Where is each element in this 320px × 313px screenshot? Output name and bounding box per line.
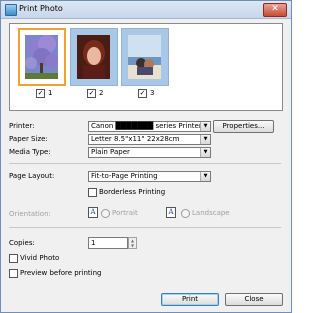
printer-value: Canon ███████ series Printer bbox=[91, 122, 202, 130]
chevron-down-icon: ▼ bbox=[200, 135, 210, 144]
preview-before-printing-label: Preview before printing bbox=[20, 269, 102, 277]
orientation-label: Orientation: bbox=[9, 210, 51, 218]
paper-size-select[interactable]: Letter 8.5"x11" 22x28cm ▼ bbox=[88, 134, 211, 145]
copies-spinner[interactable]: ▲ ▼ bbox=[128, 237, 137, 249]
thumbnail-1-number: 1 bbox=[48, 89, 53, 97]
photo-image-3 bbox=[128, 35, 161, 79]
chevron-down-icon: ▼ bbox=[200, 122, 210, 131]
thumbnail-1-checkbox[interactable]: ✓ bbox=[36, 89, 45, 98]
paper-size-value: Letter 8.5"x11" 22x28cm bbox=[91, 135, 180, 143]
separator bbox=[9, 163, 281, 164]
title-bar: Print Photo ✕ bbox=[1, 1, 291, 19]
portrait-label: Portrait bbox=[112, 209, 138, 217]
vivid-photo-checkbox[interactable] bbox=[9, 254, 18, 263]
landscape-radio[interactable] bbox=[181, 209, 190, 218]
thumbnail-3-checkbox[interactable]: ✓ bbox=[138, 89, 147, 98]
media-type-value: Plain Paper bbox=[91, 148, 130, 156]
paper-size-label: Paper Size: bbox=[9, 135, 48, 143]
thumbnail-2-checkbox[interactable]: ✓ bbox=[87, 89, 96, 98]
photo-thumbnail-2[interactable] bbox=[70, 28, 118, 86]
copies-input[interactable]: 1 bbox=[88, 237, 128, 249]
media-type-select[interactable]: Plain Paper ▼ bbox=[88, 147, 211, 158]
landscape-label: Landscape bbox=[192, 209, 230, 217]
chevron-down-icon: ▼ bbox=[200, 172, 210, 181]
print-photo-dialog: Print Photo ✕ ✓ 1 ✓ 2 ✓ 3 Printer: Canon… bbox=[0, 0, 292, 313]
borderless-printing-label: Borderless Printing bbox=[99, 188, 166, 196]
photo-image-1 bbox=[25, 35, 58, 79]
thumbnail-3-number: 3 bbox=[150, 89, 155, 97]
photo-thumbnail-3[interactable] bbox=[121, 28, 169, 86]
photo-image-2 bbox=[77, 35, 110, 79]
portrait-icon: A bbox=[88, 207, 98, 218]
separator bbox=[9, 227, 281, 228]
printer-label: Printer: bbox=[9, 122, 35, 130]
window-close-button[interactable]: ✕ bbox=[263, 3, 287, 17]
borderless-printing-checkbox[interactable] bbox=[88, 188, 97, 197]
landscape-icon: A bbox=[166, 207, 176, 218]
print-button[interactable]: Print bbox=[161, 293, 219, 306]
portrait-radio[interactable] bbox=[101, 209, 110, 218]
app-icon bbox=[5, 4, 17, 16]
page-layout-select[interactable]: Fit-to-Page Printing ▼ bbox=[88, 171, 211, 182]
close-button[interactable]: Close bbox=[225, 293, 283, 306]
page-layout-value: Fit-to-Page Printing bbox=[91, 172, 158, 180]
properties-button[interactable]: Properties... bbox=[213, 120, 274, 133]
media-type-label: Media Type: bbox=[9, 148, 51, 156]
thumbnail-2-number: 2 bbox=[99, 89, 104, 97]
printer-select[interactable]: Canon ███████ series Printer ▼ bbox=[88, 121, 211, 132]
window-title: Print Photo bbox=[19, 4, 63, 13]
photo-thumbnail-1[interactable] bbox=[18, 28, 66, 86]
thumbnail-panel: ✓ 1 ✓ 2 ✓ 3 bbox=[9, 23, 283, 111]
vivid-photo-label: Vivid Photo bbox=[20, 254, 60, 262]
chevron-down-icon: ▼ bbox=[200, 148, 210, 157]
preview-before-printing-checkbox[interactable] bbox=[9, 269, 18, 278]
page-layout-label: Page Layout: bbox=[9, 172, 55, 180]
spin-down-icon[interactable]: ▼ bbox=[129, 243, 136, 248]
copies-label: Copies: bbox=[9, 239, 35, 247]
